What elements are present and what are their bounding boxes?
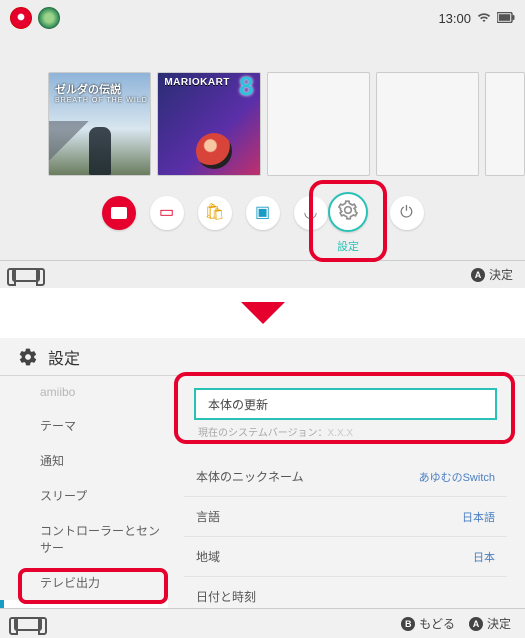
battery-icon	[497, 11, 515, 26]
home-screen: 13:00 ゼルダの伝説 BREATH OF THE WILD MARIOKAR…	[0, 0, 525, 288]
hint-b-back: B もどる	[401, 615, 455, 632]
home-dock: ▭ 🛍 ▣ ◡ ⏻	[0, 196, 525, 230]
settings-screen: 設定 amiibo テーマ 通知 スリープ コントローラーとセンサー テレビ出力…	[0, 338, 525, 638]
row-value: あゆむのSwitch	[419, 469, 495, 485]
sidebar-item-controllers[interactable]: コントローラーとセンサー	[0, 513, 168, 565]
step-arrow-separator	[0, 288, 525, 338]
row-value: 日本	[473, 549, 495, 565]
row-label: 本体のニックネーム	[196, 468, 304, 485]
dock-eshop-button[interactable]: 🛍	[198, 196, 232, 230]
highlight-settings: 設定	[309, 180, 387, 262]
game-tile-empty[interactable]	[485, 72, 525, 176]
game-badge: 8	[239, 72, 253, 102]
game-carousel[interactable]: ゼルダの伝説 BREATH OF THE WILD MARIOKART 8	[48, 72, 525, 176]
game-tile-empty[interactable]	[267, 72, 370, 176]
sidebar-item-theme[interactable]: テーマ	[0, 408, 168, 443]
row-system-update[interactable]: 本体の更新	[194, 388, 497, 420]
row-region[interactable]: 地域 日本	[184, 536, 507, 576]
controller-status-icon[interactable]	[14, 617, 42, 631]
sidebar-item-tv-output[interactable]: テレビ出力	[0, 565, 168, 600]
status-area: 13:00	[438, 11, 515, 26]
system-version-line: 現在のシステムバージョン：X.X.X	[198, 424, 497, 439]
dock-power-button[interactable]: ⏻	[390, 196, 424, 230]
dock-album-button[interactable]: ▣	[246, 196, 280, 230]
sidebar-item-amiibo[interactable]: amiibo	[0, 376, 168, 408]
settings-title: 設定	[48, 345, 80, 369]
row-language[interactable]: 言語 日本語	[184, 496, 507, 536]
dock-settings-label: 設定	[337, 238, 359, 254]
sidebar-item-sleep[interactable]: スリープ	[0, 478, 168, 513]
user-avatar-2[interactable]	[38, 7, 60, 29]
settings-bottom-bar: B もどる A 決定	[0, 608, 525, 638]
arrow-down-icon	[241, 302, 285, 324]
row-label: 地域	[196, 548, 220, 565]
a-button-icon: A	[469, 617, 483, 631]
row-label: 日付と時刻	[196, 588, 256, 605]
wifi-icon	[477, 11, 491, 26]
dock-news-button[interactable]: ▭	[150, 196, 184, 230]
dock-online-button[interactable]	[102, 196, 136, 230]
news-icon: ▭	[159, 205, 174, 221]
user-avatar-1[interactable]	[10, 7, 32, 29]
game-tile-zelda[interactable]: ゼルダの伝説 BREATH OF THE WILD	[48, 72, 151, 176]
home-topbar: 13:00	[0, 6, 525, 30]
game-title: ゼルダの伝説	[55, 81, 144, 97]
dock-settings-button[interactable]	[328, 192, 368, 232]
game-subtitle: BREATH OF THE WILD	[55, 97, 148, 104]
row-value: 日本語	[462, 509, 495, 525]
album-icon: ▣	[255, 205, 270, 221]
game-tile-mariokart8[interactable]: MARIOKART 8	[157, 72, 260, 176]
settings-header: 設定	[0, 338, 525, 376]
hint-a-confirm: A 決定	[469, 615, 511, 632]
settings-content: 本体の更新 現在のシステムバージョン：X.X.X 本体のニックネーム あゆむのS…	[168, 376, 525, 608]
clock: 13:00	[438, 11, 471, 26]
settings-sidebar: amiibo テーマ 通知 スリープ コントローラーとセンサー テレビ出力 本体	[0, 376, 168, 608]
game-tile-empty[interactable]	[376, 72, 479, 176]
gear-icon	[18, 347, 38, 367]
shop-bag-icon: 🛍	[204, 205, 224, 221]
controller-status-icon[interactable]	[12, 268, 40, 282]
b-button-icon: B	[401, 617, 415, 631]
hint-a-confirm: A 決定	[471, 266, 513, 283]
a-button-icon: A	[471, 268, 485, 282]
row-label: 言語	[196, 508, 220, 525]
row-nickname[interactable]: 本体のニックネーム あゆむのSwitch	[184, 457, 507, 496]
home-bottom-bar: A 決定	[0, 260, 525, 288]
power-icon: ⏻	[400, 205, 413, 221]
sidebar-item-notifications[interactable]: 通知	[0, 443, 168, 478]
gear-icon	[338, 200, 358, 225]
